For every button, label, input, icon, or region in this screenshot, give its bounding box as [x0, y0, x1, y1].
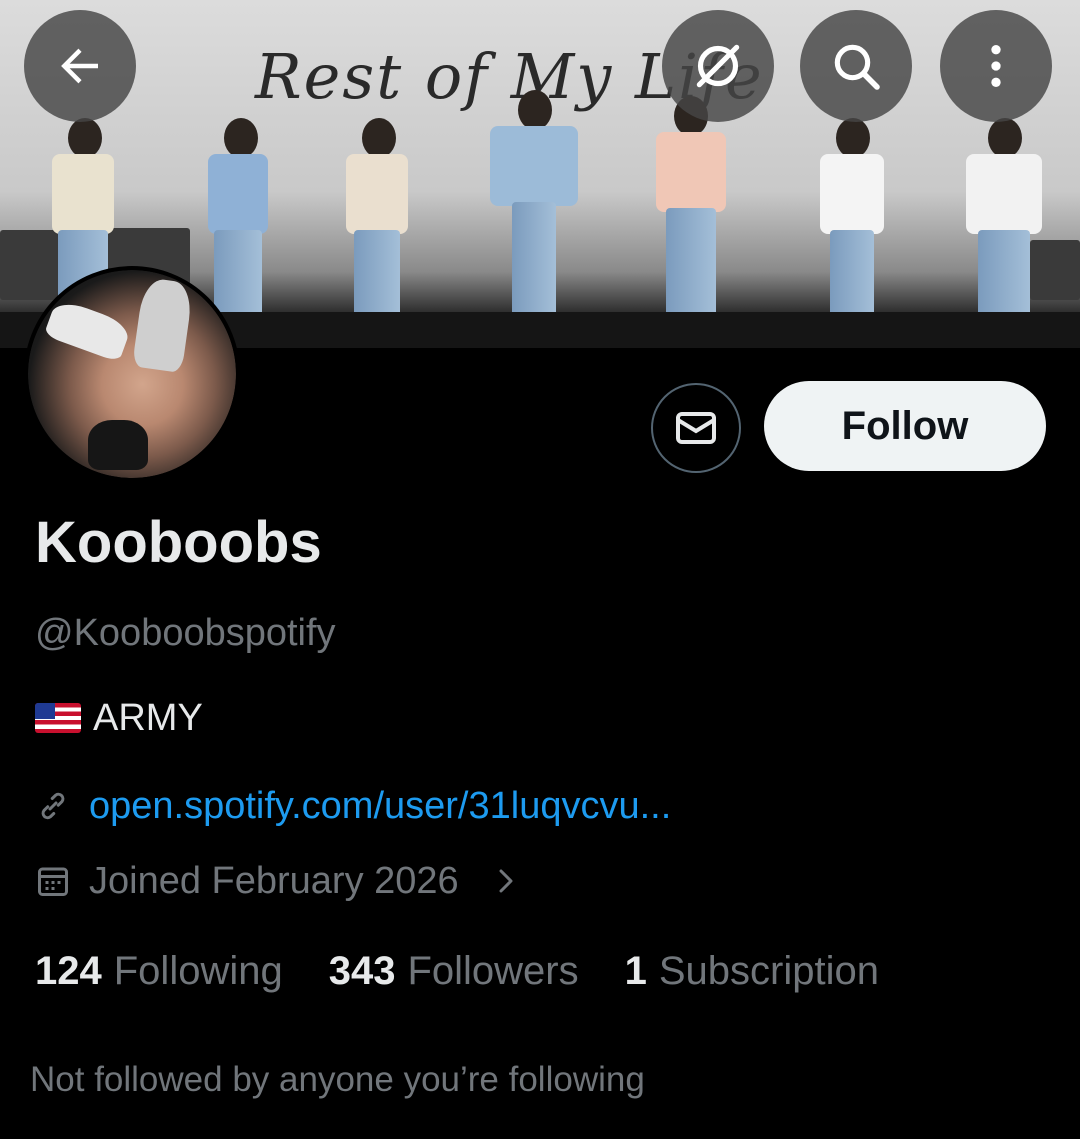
- stage-amp: [1030, 240, 1080, 300]
- subscription-label: Subscription: [658, 949, 879, 993]
- followers-label: Followers: [407, 949, 579, 993]
- more-options-button[interactable]: [940, 10, 1052, 122]
- grok-icon: [696, 44, 740, 88]
- bio: ARMY: [35, 695, 203, 741]
- following-label: Following: [113, 949, 283, 993]
- profile-avatar[interactable]: [24, 266, 240, 482]
- follow-button[interactable]: Follow: [764, 381, 1046, 471]
- arrow-left-icon: [61, 48, 98, 84]
- chevron-right-icon: [499, 869, 513, 893]
- avatar-hand: [88, 420, 148, 470]
- following-count: 124: [35, 949, 102, 993]
- display-name: Kooboobs: [35, 510, 322, 575]
- user-handle: @Kooboobspotify: [35, 612, 336, 654]
- more-vertical-icon: [991, 45, 1001, 87]
- search-button[interactable]: [800, 10, 912, 122]
- follow-stats: 124 Following 343 Followers 1 Subscripti…: [35, 946, 879, 996]
- following-stat[interactable]: 124 Following: [35, 946, 283, 996]
- envelope-icon: [676, 412, 716, 444]
- stage-amp: [0, 230, 60, 300]
- subscription-stat[interactable]: 1 Subscription: [625, 946, 879, 996]
- website-row: open.spotify.com/user/31luqvcvu...: [35, 783, 671, 829]
- search-icon: [834, 44, 880, 90]
- mutual-followers-note: Not followed by anyone you’re following: [30, 1060, 645, 1099]
- back-button[interactable]: [24, 10, 136, 122]
- us-flag-icon: [35, 703, 81, 733]
- calendar-icon: [38, 867, 68, 896]
- message-button[interactable]: [651, 383, 741, 473]
- joined-row[interactable]: Joined February 2026: [35, 858, 521, 904]
- bio-text: ARMY: [93, 697, 203, 739]
- subscription-count: 1: [624, 949, 647, 993]
- website-link[interactable]: open.spotify.com/user/31luqvcvu...: [89, 783, 671, 829]
- joined-date: Joined February 2026: [89, 860, 459, 902]
- followers-stat[interactable]: 343 Followers: [329, 946, 579, 996]
- link-icon: [41, 792, 65, 820]
- followers-count: 343: [328, 949, 396, 993]
- grok-button[interactable]: [662, 10, 774, 122]
